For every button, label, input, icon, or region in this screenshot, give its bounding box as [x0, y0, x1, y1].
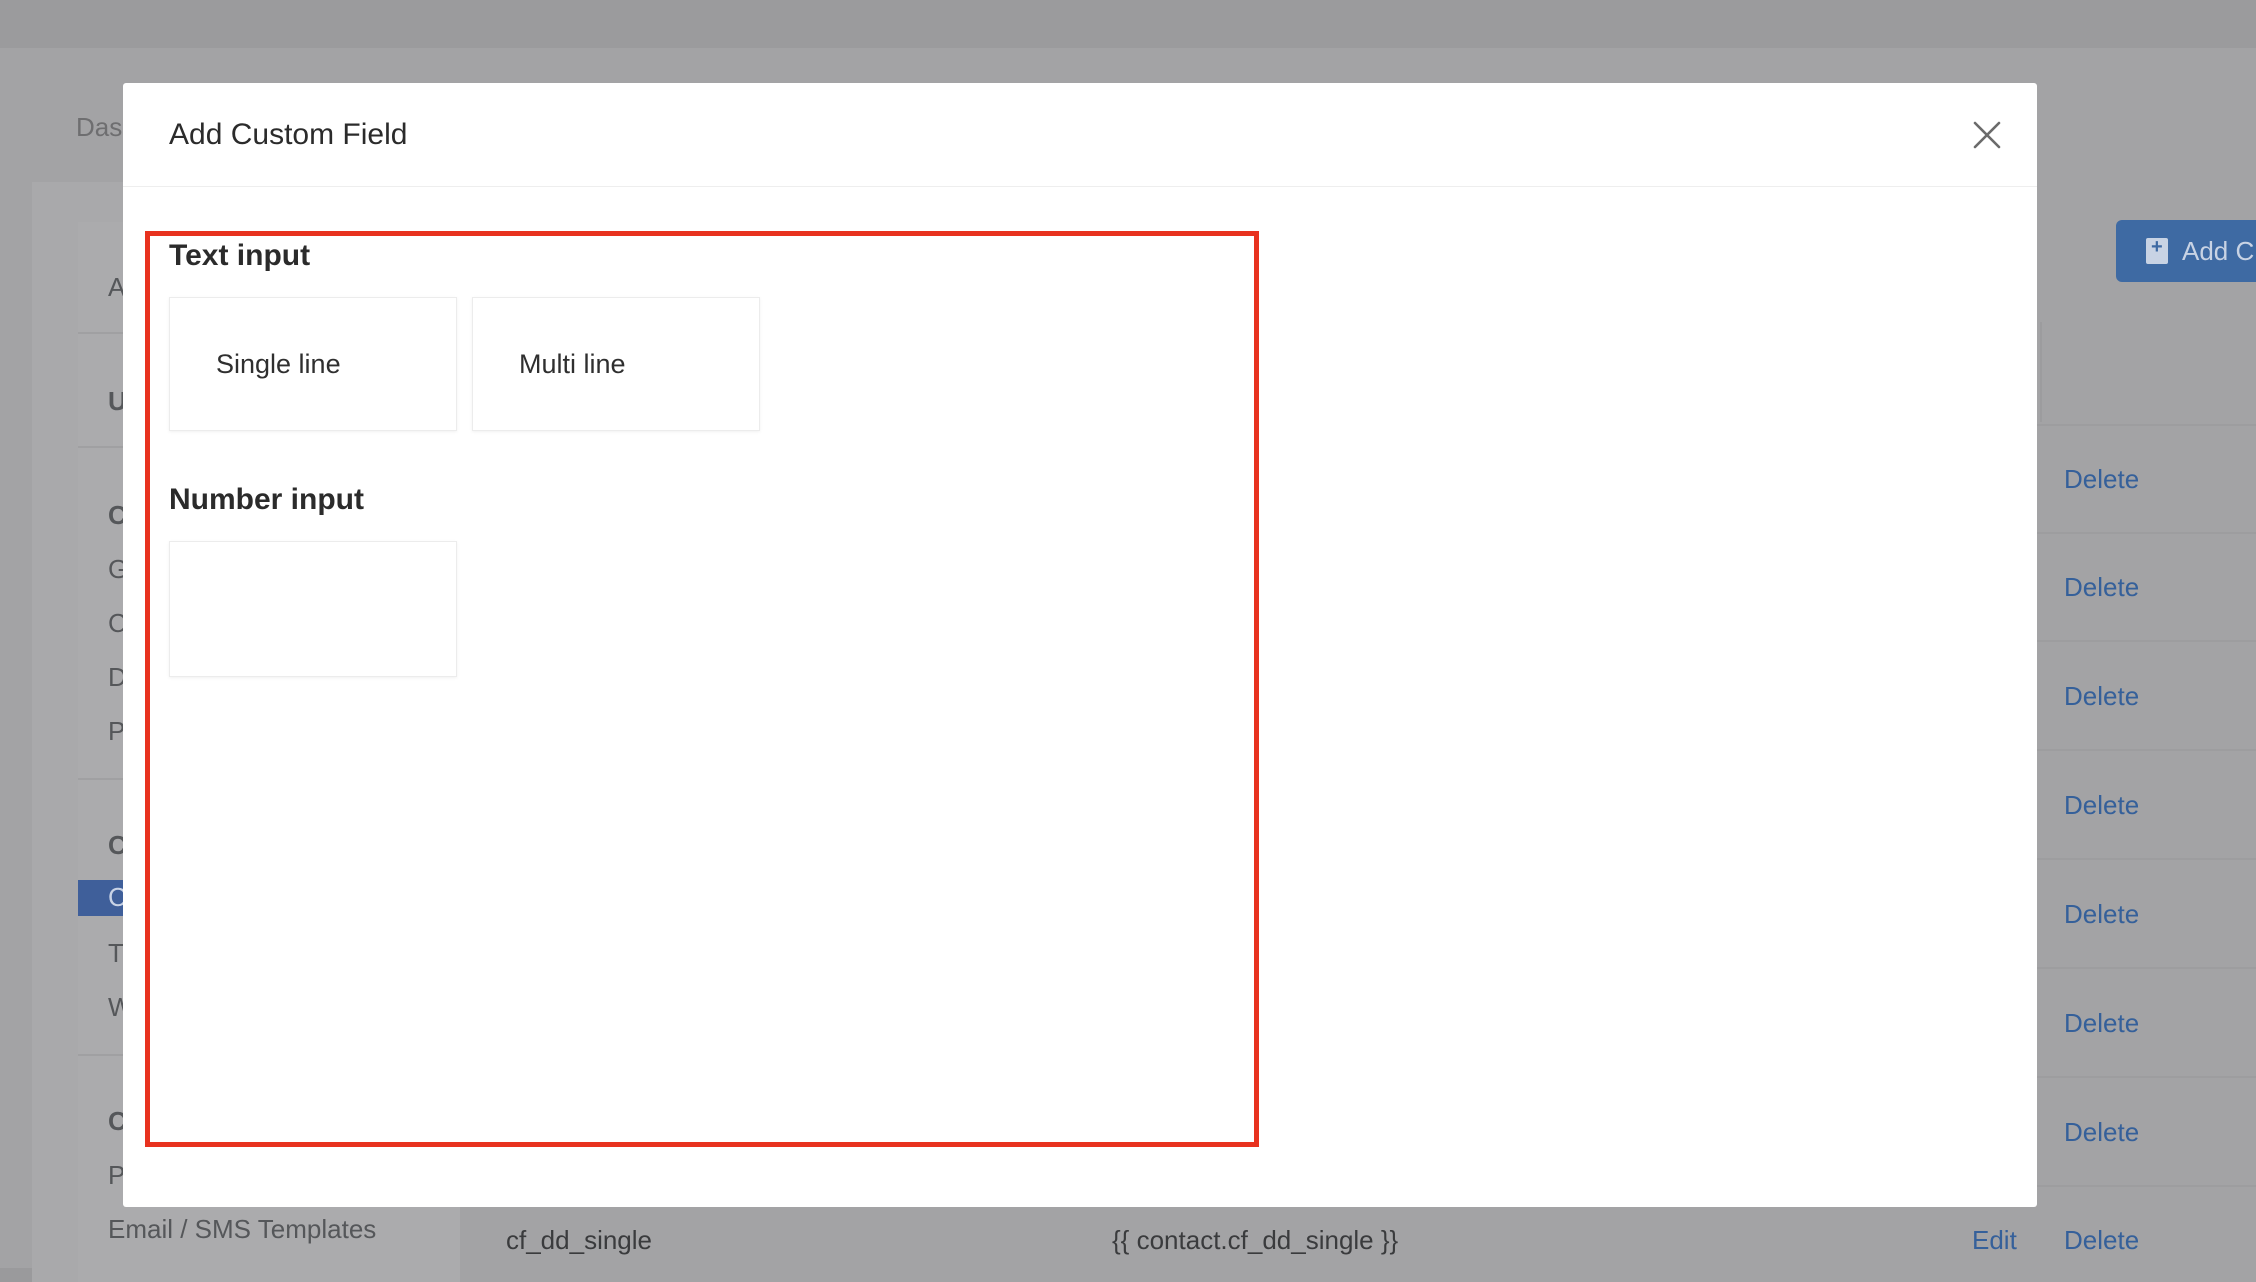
field-key-cell: cf_dd_single	[506, 1225, 652, 1255]
delete-link[interactable]: Delete	[2064, 899, 2139, 930]
top-bar	[0, 0, 2256, 48]
add-button-label: Add C	[2182, 235, 2255, 266]
sidebar-item-email-sms-templates[interactable]: Email / SMS Templates	[108, 1214, 376, 1245]
close-icon[interactable]	[1967, 115, 2007, 155]
delete-link[interactable]: Delete	[2064, 790, 2139, 821]
merge-tag-cell: {{ contact.cf_dd_single }}	[1112, 1225, 1399, 1255]
table-header-cell	[2040, 322, 2256, 422]
add-custom-field-button[interactable]: Add C	[2116, 220, 2256, 282]
delete-link[interactable]: Delete	[2064, 1008, 2139, 1039]
section-title-number-input: Number input	[169, 483, 364, 516]
modal-header: Add Custom Field	[123, 83, 2037, 187]
option-label: Multi line	[519, 349, 626, 379]
delete-link[interactable]: Delete	[2064, 1225, 2139, 1256]
section-title-text-input: Text input	[169, 239, 311, 272]
breadcrumb: Das	[76, 112, 123, 142]
delete-link[interactable]: Delete	[2064, 681, 2139, 712]
edit-link[interactable]: Edit	[1972, 1225, 2017, 1256]
delete-link[interactable]: Delete	[2064, 464, 2139, 495]
option-label: Single line	[216, 349, 341, 379]
add-document-icon	[2146, 236, 2168, 264]
option-multi-line[interactable]: Multi line	[472, 297, 760, 431]
modal-title: Add Custom Field	[169, 118, 408, 151]
add-custom-field-modal: Add Custom Field Text input Single line …	[123, 83, 2037, 1207]
option-single-line[interactable]: Single line	[169, 297, 457, 431]
sidebar-item[interactable]: T	[108, 938, 124, 969]
delete-link[interactable]: Delete	[2064, 1117, 2139, 1148]
delete-link[interactable]: Delete	[2064, 572, 2139, 603]
